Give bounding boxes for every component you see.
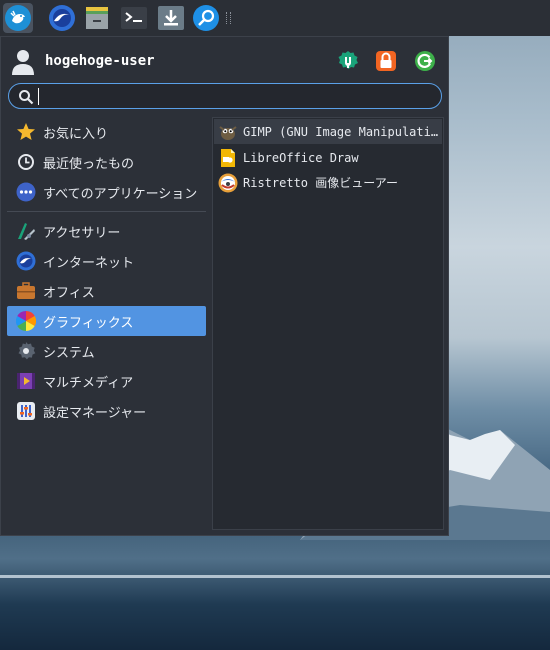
category-label: お気に入り <box>43 126 109 142</box>
category-divider <box>7 211 206 212</box>
whisker-menu-icon <box>5 5 31 31</box>
category-label: システム <box>43 345 95 361</box>
app-label: GIMP (GNU Image Manipulati… <box>243 124 439 139</box>
panel-separator <box>226 12 231 24</box>
settings-manager-icon <box>338 51 358 69</box>
category-settings[interactable]: 設定マネージャー <box>7 396 206 426</box>
category-multimedia[interactable]: マルチメディア <box>7 366 206 396</box>
category-label: 最近使ったもの <box>43 156 135 172</box>
category-recent[interactable]: 最近使ったもの <box>7 147 206 177</box>
gimp-icon <box>218 122 238 142</box>
category-all-apps[interactable]: すべてのアプリケーション <box>7 177 206 207</box>
downloader-icon <box>158 6 184 30</box>
whisker-menu-button[interactable] <box>3 3 33 33</box>
log-out-button[interactable] <box>413 49 437 73</box>
multimedia-icon <box>16 371 36 391</box>
libreoffice-draw-icon <box>218 148 238 168</box>
web-browser-icon <box>49 5 75 31</box>
lock-screen-button[interactable] <box>374 49 398 73</box>
username-label: hogehoge-user <box>45 53 155 69</box>
app-libreoffice-draw[interactable]: LibreOffice Draw <box>214 145 442 170</box>
web-browser-button[interactable] <box>47 3 77 33</box>
file-manager-button[interactable] <box>82 3 112 33</box>
category-label: すべてのアプリケーション <box>43 186 198 202</box>
clock-icon <box>16 152 36 172</box>
search-icon <box>19 90 34 105</box>
category-label: グラフィックス <box>43 315 134 331</box>
lake-shoreline <box>0 575 550 578</box>
ristretto-icon <box>218 173 238 193</box>
category-office[interactable]: オフィス <box>7 276 206 306</box>
office-icon <box>16 281 36 301</box>
app-label: LibreOffice Draw <box>243 150 359 165</box>
category-internet[interactable]: インターネット <box>7 246 206 276</box>
category-label: アクセサリー <box>43 225 121 241</box>
user-row: hogehoge-user <box>9 47 444 77</box>
category-label: マルチメディア <box>43 375 134 391</box>
app-finder-icon <box>193 5 219 31</box>
file-manager-icon <box>86 7 108 29</box>
downloader-button[interactable] <box>156 3 186 33</box>
lock-screen-icon <box>376 51 396 71</box>
user-avatar-icon <box>12 50 34 75</box>
app-gimp[interactable]: GIMP (GNU Image Manipulati… <box>214 119 442 144</box>
category-system[interactable]: システム <box>7 336 206 366</box>
search-box[interactable] <box>8 83 442 109</box>
category-graphics[interactable]: グラフィックス <box>7 306 206 336</box>
application-list: GIMP (GNU Image Manipulati… LibreOffice … <box>212 117 444 530</box>
category-accessories[interactable]: アクセサリー <box>7 216 206 246</box>
app-ristretto[interactable]: Ristretto 画像ビューアー <box>214 170 442 195</box>
settings-icon <box>16 401 36 421</box>
category-label: オフィス <box>43 285 95 301</box>
app-label: Ristretto 画像ビューアー <box>243 176 399 190</box>
terminal-icon <box>121 7 147 29</box>
log-out-icon <box>415 51 435 71</box>
graphics-icon <box>16 311 36 331</box>
accessories-icon <box>16 221 36 241</box>
app-finder-button[interactable] <box>191 3 221 33</box>
search-input[interactable] <box>39 87 429 105</box>
whisker-menu: hogehoge-user お気に入り 最近使ったもの すべてのアプリケーション… <box>0 36 449 536</box>
internet-icon <box>16 251 36 271</box>
category-favorites[interactable]: お気に入り <box>7 117 206 147</box>
category-label: 設定マネージャー <box>43 405 147 421</box>
category-label: インターネット <box>43 255 135 271</box>
all-apps-icon <box>16 182 36 202</box>
settings-manager-button[interactable] <box>336 49 360 73</box>
terminal-button[interactable] <box>119 3 149 33</box>
top-panel <box>0 0 550 36</box>
star-icon <box>16 122 36 142</box>
system-icon <box>16 341 36 361</box>
